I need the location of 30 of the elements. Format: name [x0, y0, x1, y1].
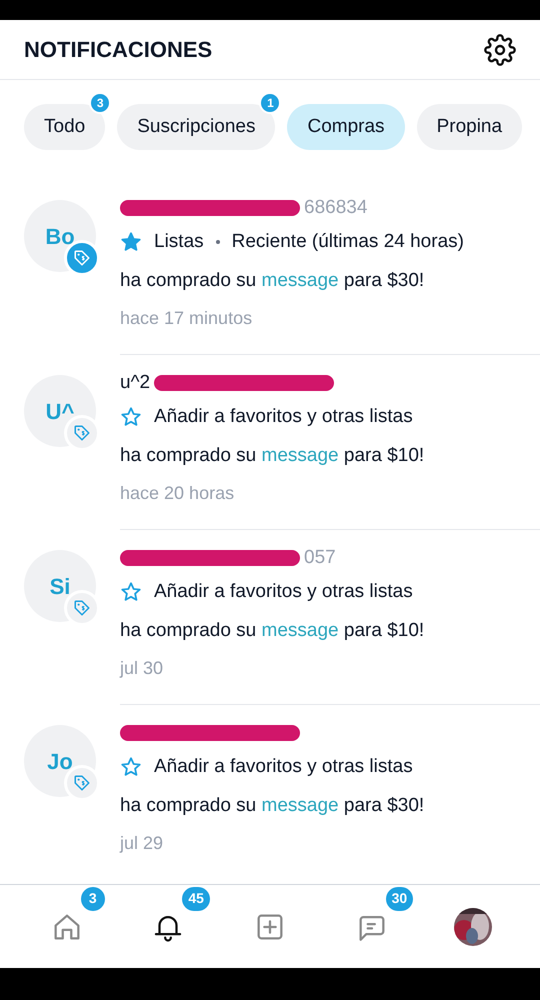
list-link[interactable]: Añadir a favoritos y otras listas: [154, 403, 413, 432]
timestamp: jul 29: [120, 832, 164, 855]
filter-tab[interactable]: Propina: [416, 104, 522, 150]
count-badge: 3: [80, 886, 105, 910]
timestamp: hace 17 minutos: [120, 307, 254, 330]
count-badge: 1: [259, 92, 282, 114]
timestamp: hace 20 horas: [120, 482, 236, 505]
purchase-message: ha comprado su message para $30!: [120, 794, 426, 818]
dot-separator-icon: [216, 240, 220, 244]
star-icon[interactable]: [120, 756, 142, 778]
list-link[interactable]: Listas: [154, 228, 204, 256]
count-badge: 3: [89, 92, 112, 114]
filter-tab[interactable]: Compras: [287, 104, 405, 150]
list-link[interactable]: Añadir a favoritos y otras listas: [154, 578, 413, 606]
star-icon[interactable]: [120, 231, 142, 254]
purchase-message: ha comprado su message para $10!: [120, 444, 426, 468]
handle-fragment: 686834: [304, 196, 368, 220]
star-icon[interactable]: [120, 406, 142, 428]
purchase-message: ha comprado su message para $10!: [120, 618, 426, 642]
handle-fragment: 057: [304, 546, 336, 570]
list-link[interactable]: Añadir a favoritos y otras listas: [154, 753, 413, 782]
purchase-message: ha comprado su message para $30!: [120, 268, 426, 292]
list-link[interactable]: Reciente (últimas 24 horas): [232, 228, 464, 256]
timestamp: jul 30: [120, 657, 164, 680]
count-badge: 30: [386, 886, 414, 910]
star-icon[interactable]: [120, 581, 142, 604]
page-title: NOTIFICACIONES: [24, 36, 212, 64]
count-badge: 45: [182, 886, 210, 910]
username-fragment: u^2: [120, 370, 150, 395]
settings-icon[interactable]: [484, 34, 516, 66]
